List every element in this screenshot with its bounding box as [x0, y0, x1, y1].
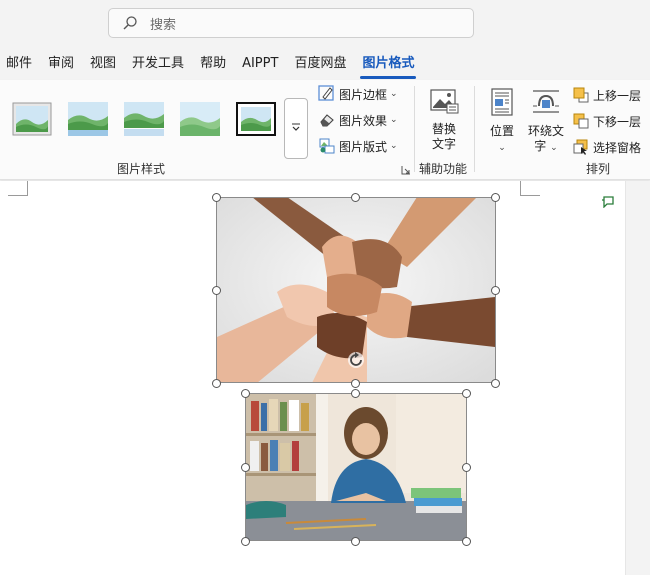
- tab-help[interactable]: 帮助: [194, 51, 232, 77]
- bring-forward-icon: [573, 87, 589, 103]
- title-bar: 搜索: [0, 0, 650, 46]
- tab-picture-format[interactable]: 图片格式: [356, 51, 420, 79]
- resize-handle-top[interactable]: [351, 389, 360, 398]
- alt-text-button[interactable]: 替换 文字: [426, 88, 462, 152]
- picture-border-button[interactable]: 图片边框 ⌄: [318, 84, 398, 104]
- bring-forward-label: 上移一层: [593, 88, 642, 103]
- search-icon: [122, 15, 138, 31]
- position-button[interactable]: 位置 ⌄: [486, 88, 518, 156]
- resize-handle-top-right[interactable]: [491, 193, 500, 202]
- group-label-accessibility: 辅助功能: [419, 162, 468, 176]
- tab-review[interactable]: 审阅: [42, 51, 80, 77]
- search-box[interactable]: 搜索: [108, 8, 474, 38]
- group-label-picture-styles: 图片样式: [117, 162, 166, 176]
- chevron-down-icon: ⌄: [390, 89, 398, 99]
- tab-baidu-netdisk[interactable]: 百度网盘: [288, 51, 352, 77]
- wrap-text-label-line1: 环绕文: [527, 124, 564, 138]
- dialog-launcher-icon[interactable]: [401, 164, 411, 175]
- picture-style-option-2[interactable]: [68, 102, 108, 136]
- picture-style-option-4[interactable]: [180, 102, 220, 136]
- resize-handle-right[interactable]: [491, 286, 500, 295]
- picture-styles-gallery: [0, 88, 310, 159]
- send-backward-button[interactable]: 下移一层: [573, 111, 641, 131]
- selection-pane-button[interactable]: 选择窗格: [573, 137, 641, 157]
- picture-layout-button[interactable]: 图片版式 ⌄: [318, 136, 398, 156]
- resize-handle-bottom[interactable]: [351, 537, 360, 546]
- resize-handle-bottom[interactable]: [351, 379, 360, 388]
- anchor-icon[interactable]: [601, 196, 615, 209]
- wrap-text-label-line2: 字: [534, 139, 547, 153]
- margin-mark: [27, 181, 28, 196]
- margin-mark: [8, 195, 28, 196]
- chevron-down-icon: ⌄: [550, 143, 558, 153]
- chevron-down-icon: [291, 122, 301, 135]
- wrap-text-button[interactable]: 环绕文 字 ⌄: [524, 88, 568, 156]
- send-backward-label: 下移一层: [593, 114, 642, 129]
- search-input[interactable]: 搜索: [150, 14, 176, 33]
- resize-handle-top[interactable]: [351, 193, 360, 202]
- ribbon-tabs: 邮件 审阅 视图 开发工具 帮助 AIPPT 百度网盘 图片格式: [0, 50, 424, 79]
- resize-handle-left[interactable]: [212, 286, 221, 295]
- picture-style-option-5[interactable]: [236, 102, 276, 136]
- resize-handle-bottom-right[interactable]: [462, 537, 471, 546]
- girl-studying-image[interactable]: [246, 393, 466, 541]
- resize-handle-top-left[interactable]: [212, 193, 221, 202]
- alt-text-icon: [426, 88, 462, 118]
- tab-view[interactable]: 视图: [84, 51, 122, 77]
- tab-developer[interactable]: 开发工具: [126, 51, 190, 77]
- ribbon-panel: 图片边框 ⌄ 图片效果 ⌄ 图片版式 ⌄ 图片样式 替换 文字 辅助功能 位置: [0, 80, 650, 180]
- bring-forward-button[interactable]: 上移一层: [573, 85, 641, 105]
- ribbon-separator: [474, 86, 475, 172]
- selection-pane-icon: [573, 139, 589, 155]
- rotate-handle-icon[interactable]: [346, 350, 366, 370]
- picture-effects-button[interactable]: 图片效果 ⌄: [318, 110, 398, 130]
- gallery-expand-button[interactable]: [284, 98, 308, 159]
- resize-handle-top-right[interactable]: [462, 389, 471, 398]
- resize-handle-left[interactable]: [241, 463, 250, 472]
- alt-text-label-line2: 文字: [431, 137, 456, 151]
- position-icon: [486, 88, 518, 120]
- picture-effects-label: 图片效果: [339, 113, 388, 128]
- margin-mark: [520, 195, 540, 196]
- selection-pane-label: 选择窗格: [593, 140, 642, 155]
- resize-handle-bottom-right[interactable]: [491, 379, 500, 388]
- alt-text-label-line1: 替换: [431, 122, 456, 136]
- wrap-text-icon: [524, 88, 568, 120]
- resize-handle-right[interactable]: [462, 463, 471, 472]
- picture-layout-icon: [318, 137, 336, 155]
- pencil-icon: [318, 85, 336, 103]
- chevron-down-icon: ⌄: [390, 115, 398, 125]
- margin-mark: [520, 181, 521, 196]
- resize-handle-bottom-left[interactable]: [212, 379, 221, 388]
- chevron-down-icon: ⌄: [390, 141, 398, 151]
- ribbon-separator: [414, 86, 415, 172]
- group-label-arrange: 排列: [586, 162, 611, 176]
- picture-style-option-3[interactable]: [124, 102, 164, 136]
- resize-handle-bottom-left[interactable]: [241, 537, 250, 546]
- picture-border-label: 图片边框: [339, 87, 388, 102]
- picture-style-option-1[interactable]: [12, 102, 52, 136]
- tab-aippt[interactable]: AIPPT: [236, 51, 284, 77]
- position-label: 位置: [489, 124, 514, 138]
- resize-handle-top-left[interactable]: [241, 389, 250, 398]
- chevron-down-icon: ⌄: [498, 143, 506, 153]
- eraser-icon: [318, 111, 336, 129]
- picture-layout-label: 图片版式: [339, 139, 388, 154]
- send-backward-icon: [573, 113, 589, 129]
- tab-mailings[interactable]: 邮件: [0, 51, 38, 77]
- vertical-scrollbar[interactable]: [625, 181, 650, 575]
